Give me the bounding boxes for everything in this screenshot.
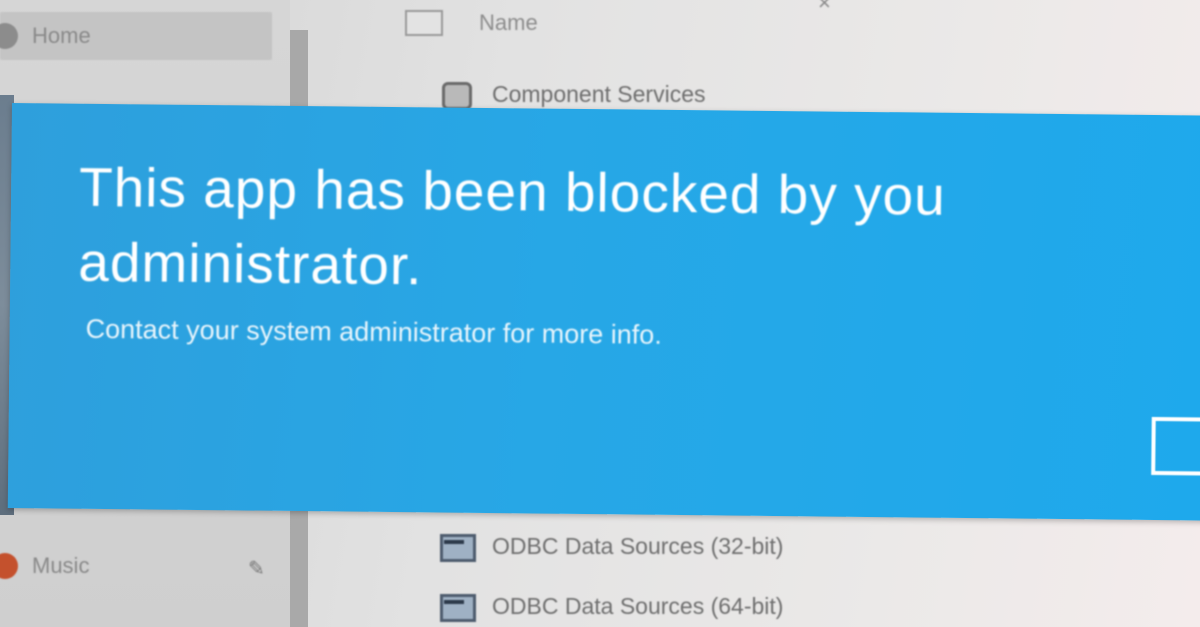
pin-icon[interactable]: ✎: [248, 556, 274, 580]
list-item-label: Component Services: [492, 80, 706, 107]
odbc-icon: [440, 592, 476, 622]
close-button[interactable]: [1151, 416, 1200, 476]
list-item-odbc-64[interactable]: ODBC Data Sources (64-bit): [440, 592, 784, 622]
banner-subtitle: Contact your system administrator for mo…: [85, 313, 662, 350]
nav-item-music[interactable]: Music: [0, 542, 272, 590]
close-icon[interactable]: ×: [818, 0, 831, 16]
column-header-label: Name: [479, 10, 538, 35]
banner-title-line-1: This app has been blocked by you: [78, 155, 947, 227]
component-services-icon: [440, 80, 474, 110]
list-item-label: ODBC Data Sources (64-bit): [492, 592, 784, 619]
list-item-odbc-32[interactable]: ODBC Data Sources (32-bit): [440, 532, 784, 562]
list-item-component-services[interactable]: Component Services: [440, 80, 706, 110]
home-icon: [0, 23, 18, 49]
nav-item-home[interactable]: Home: [0, 12, 272, 60]
banner-title-line-2: administrator.: [78, 230, 423, 297]
select-all-checkbox[interactable]: [405, 10, 443, 36]
column-header-name[interactable]: Name: [405, 10, 538, 36]
app-blocked-banner: This app has been blocked by you adminis…: [7, 103, 1200, 521]
nav-item-label: Home: [32, 23, 91, 48]
odbc-icon: [440, 532, 476, 562]
music-icon: [0, 553, 18, 579]
nav-item-label: Music: [32, 553, 90, 578]
banner-title: This app has been blocked by you adminis…: [78, 150, 1200, 313]
list-item-label: ODBC Data Sources (32-bit): [492, 532, 784, 559]
screen: Home Music ✎ Name × Component Services O…: [0, 0, 1200, 627]
